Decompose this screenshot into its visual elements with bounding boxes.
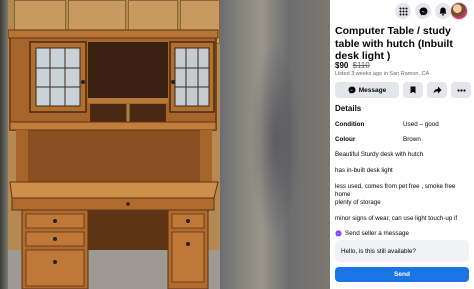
listing-details-panel: Computer Table / study table with hutch … xyxy=(330,0,474,289)
messenger-icon[interactable] xyxy=(415,3,431,19)
more-options-button[interactable] xyxy=(451,82,471,98)
share-icon xyxy=(433,86,441,94)
original-price: $110 xyxy=(352,61,370,70)
bookmark-icon xyxy=(410,86,416,94)
listing-title: Computer Table / study table with hutch … xyxy=(335,25,453,62)
details-heading: Details xyxy=(335,104,362,113)
grid-menu-icon[interactable] xyxy=(395,3,411,19)
detail-value: Brown xyxy=(403,136,421,143)
current-price: $90 xyxy=(335,61,349,70)
listing-photo[interactable] xyxy=(0,0,330,289)
send-button[interactable]: Send xyxy=(335,267,469,282)
description-line: home xyxy=(335,191,351,198)
detail-value: Used – good xyxy=(403,121,439,128)
action-bar: Message xyxy=(335,82,471,98)
detail-key: Colour xyxy=(335,136,356,143)
message-input[interactable] xyxy=(335,240,469,262)
profile-avatar[interactable] xyxy=(450,2,468,20)
messenger-icon xyxy=(348,86,356,94)
price-row: $90 $110 xyxy=(335,61,370,70)
description-line: plenty of storage xyxy=(335,199,381,206)
save-button[interactable] xyxy=(403,82,423,98)
photo-blur-left xyxy=(0,0,8,289)
description-line: minor signs of wear, can use light touch… xyxy=(335,215,458,222)
message-button[interactable]: Message xyxy=(335,82,399,98)
detail-key: Condition xyxy=(335,121,365,128)
top-bar xyxy=(330,0,474,22)
photo-blur-right xyxy=(220,0,330,289)
description-line: Beautiful Sturdy desk with hutch xyxy=(335,151,424,158)
message-button-label: Message xyxy=(358,86,387,94)
more-icon xyxy=(456,88,466,92)
desk-with-hutch-image xyxy=(8,29,219,289)
description-line: has in-built desk light xyxy=(335,167,393,174)
send-message-box: Send seller a message Send xyxy=(330,226,474,289)
messenger-icon xyxy=(335,230,342,237)
notifications-bell-icon[interactable] xyxy=(435,3,451,19)
description-line: less used, comes from pet free , smoke f… xyxy=(335,183,456,190)
share-button[interactable] xyxy=(427,82,447,98)
listed-info: Listed 3 weeks ago in San Ramon, CA xyxy=(335,71,430,77)
send-seller-label: Send seller a message xyxy=(335,230,409,237)
send-seller-text: Send seller a message xyxy=(345,230,410,237)
